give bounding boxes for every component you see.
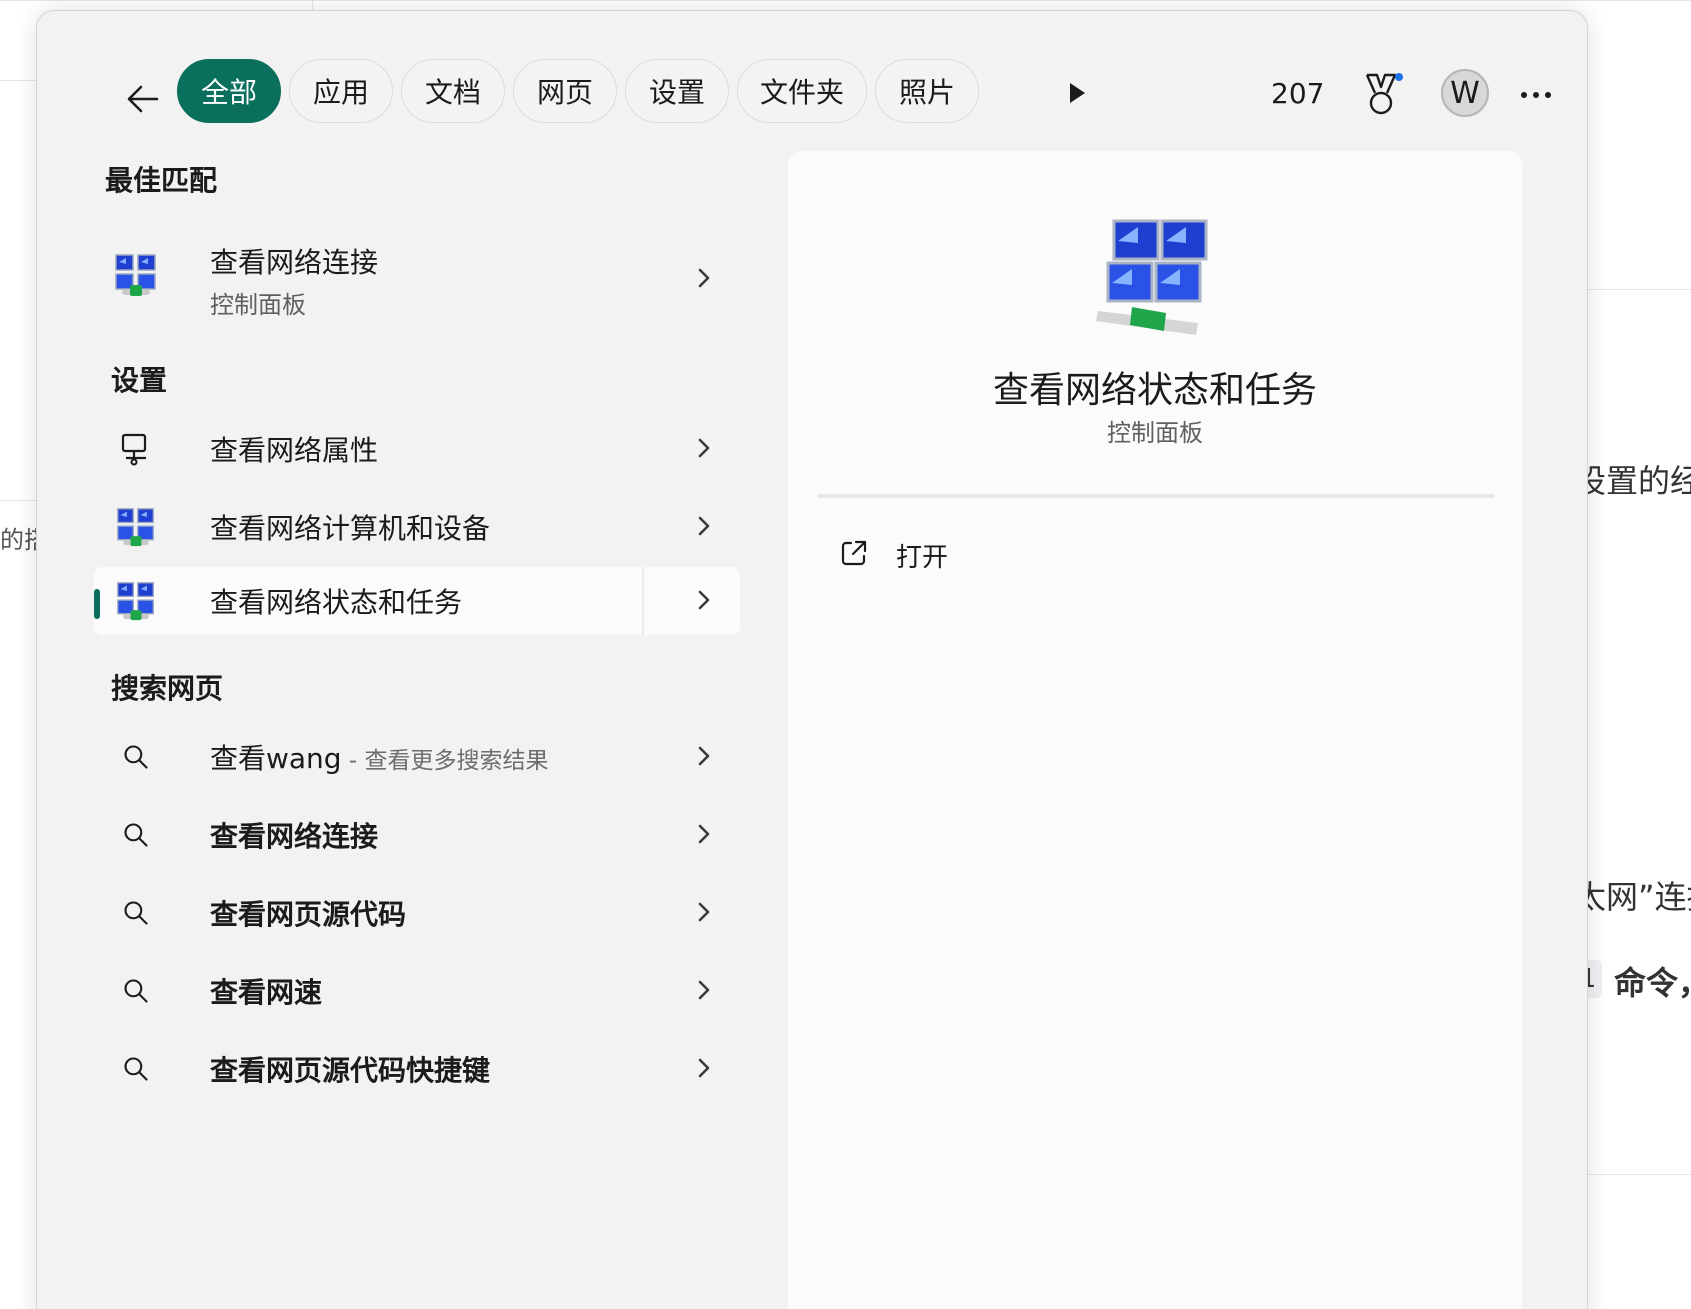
open-button[interactable]: 打开 (818, 523, 1494, 585)
filter-chip-photos[interactable]: 照片 (875, 59, 979, 123)
ellipsis-icon (1521, 92, 1551, 98)
result-label: 查看网速 (210, 976, 323, 1009)
row-split-divider (642, 567, 644, 635)
section-title-best-match: 最佳匹配 (105, 164, 218, 197)
filter-chip-documents[interactable]: 文档 (401, 59, 505, 123)
avatar[interactable]: W (1441, 69, 1489, 117)
network-computers-icon (1096, 219, 1208, 335)
selection-indicator (94, 589, 100, 619)
notification-dot (1395, 73, 1403, 81)
arrow-left-icon (127, 85, 159, 113)
web-result[interactable]: 查看网页源代码 (94, 875, 740, 949)
web-result[interactable]: 查看网络连接 (94, 797, 740, 871)
section-title-web: 搜索网页 (111, 672, 224, 705)
chevron-right-icon (690, 263, 718, 293)
network-computers-icon (114, 505, 158, 549)
chevron-right-icon (690, 897, 718, 927)
result-label: 查看网络计算机和设备 (210, 512, 491, 545)
bg-divider (1586, 289, 1691, 290)
play-icon (1070, 83, 1085, 103)
back-button[interactable] (113, 69, 173, 129)
chevron-right-icon (690, 819, 718, 849)
detail-subtitle: 控制面板 (1107, 419, 1203, 447)
search-icon (114, 969, 158, 1013)
bg-text-fragment: 命令， (1614, 964, 1691, 1002)
bg-text-fragment: 设置的经 (1574, 462, 1691, 500)
result-label: 查看网络连接 (210, 246, 379, 279)
open-external-icon (841, 540, 867, 566)
bg-divider (1586, 1174, 1691, 1175)
best-match-result[interactable]: 查看网络连接 控制面板 (94, 229, 740, 325)
bg-divider (0, 0, 1691, 1)
search-icon (114, 813, 158, 857)
result-label: 查看网络属性 (210, 434, 379, 467)
chevron-right-icon[interactable] (690, 585, 718, 615)
bg-text-fragment: 太网”连接 (1574, 878, 1691, 916)
result-sublabel: 控制面板 (210, 291, 306, 319)
search-flyout: 全部 应用 文档 网页 设置 文件夹 照片 207 W 最佳匹配 查看网络连接 … (36, 10, 1588, 1309)
result-label: 查看网络连接 (210, 820, 379, 853)
bg-divider (0, 500, 40, 501)
bg-divider (312, 0, 313, 10)
section-title-settings: 设置 (111, 364, 168, 397)
result-label: 查看网络状态和任务 (210, 586, 463, 619)
chevron-right-icon (690, 433, 718, 463)
detail-divider (818, 494, 1494, 498)
search-icon (114, 891, 158, 935)
chevron-right-icon (690, 511, 718, 541)
detail-title: 查看网络状态和任务 (992, 370, 1317, 411)
rewards-points[interactable]: 207 (1271, 77, 1324, 110)
web-result[interactable]: 查看网页源代码快捷键 (94, 1031, 740, 1105)
filter-chip-all[interactable]: 全部 (177, 59, 281, 123)
result-label: 查看网页源代码 (210, 898, 407, 931)
settings-result-network-status[interactable]: 查看网络状态和任务 (94, 567, 740, 635)
bg-divider (0, 80, 40, 81)
search-icon (114, 1047, 158, 1091)
settings-result-network-computers[interactable]: 查看网络计算机和设备 (94, 489, 740, 563)
more-options-button[interactable] (1512, 71, 1560, 119)
web-query-text: 查看wang (210, 742, 342, 775)
filter-chip-apps[interactable]: 应用 (289, 59, 393, 123)
filter-chip-settings[interactable]: 设置 (625, 59, 729, 123)
more-filters-button[interactable] (1057, 73, 1097, 113)
open-label: 打开 (896, 543, 949, 573)
search-icon (114, 735, 158, 779)
web-result[interactable]: 查看网速 (94, 953, 740, 1027)
chevron-right-icon (690, 741, 718, 771)
result-detail-panel: 查看网络状态和任务 控制面板 打开 (788, 151, 1522, 1309)
result-label: 查看网页源代码快捷键 (210, 1054, 491, 1087)
network-computers-icon (114, 253, 158, 297)
settings-result-network-properties[interactable]: 查看网络属性 (94, 411, 740, 485)
filter-chip-web[interactable]: 网页 (513, 59, 617, 123)
chevron-right-icon (690, 1053, 718, 1083)
search-filter-bar: 全部 应用 文档 网页 设置 文件夹 照片 207 W (37, 11, 1587, 161)
chevron-right-icon (690, 975, 718, 1005)
monitor-network-icon (114, 427, 158, 471)
filter-chip-folders[interactable]: 文件夹 (737, 59, 867, 123)
web-result[interactable]: 查看wang - 查看更多搜索结果 (94, 719, 740, 793)
network-computers-icon (114, 579, 158, 623)
web-query-hint: - 查看更多搜索结果 (341, 748, 549, 774)
result-label: 查看wang - 查看更多搜索结果 (210, 737, 549, 777)
